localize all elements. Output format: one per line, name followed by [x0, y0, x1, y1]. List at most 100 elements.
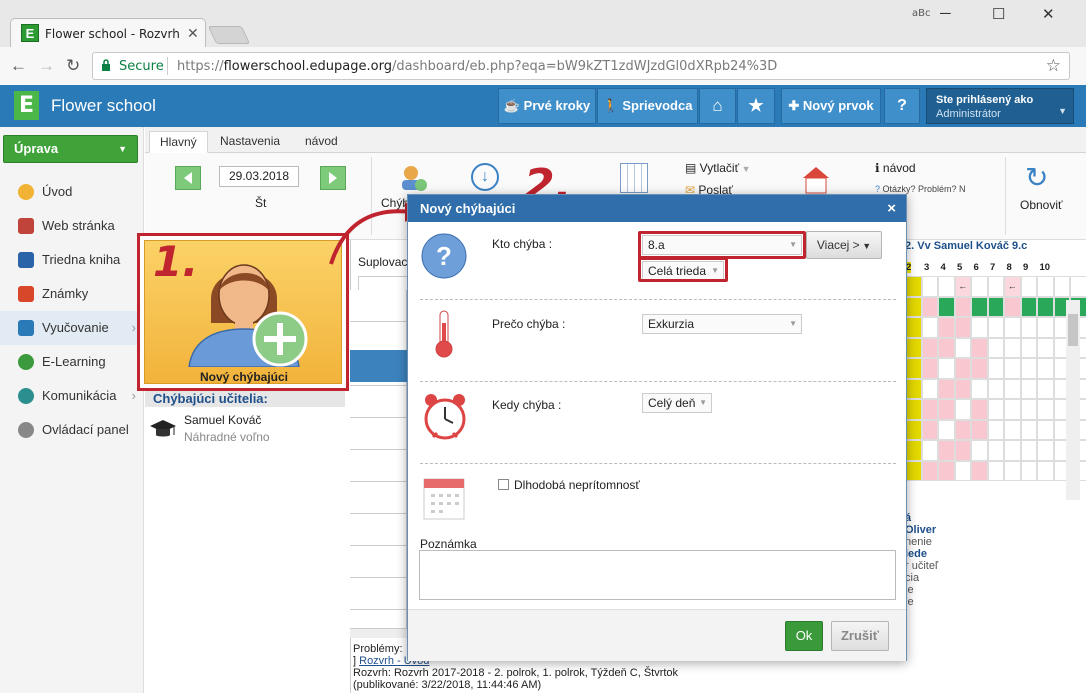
sidebar-item-uvod[interactable]: Úvod: [0, 175, 144, 209]
new-absent-small-icon[interactable]: [399, 163, 429, 193]
close-window-icon[interactable]: ✕: [1042, 5, 1055, 23]
grid-cell: [938, 419, 955, 440]
sidebar-item-teaching[interactable]: Vyučovanie ›: [0, 311, 144, 345]
long-term-checkbox[interactable]: [498, 479, 509, 490]
forward-arrow-icon[interactable]: →: [38, 56, 55, 76]
back-arrow-icon[interactable]: ←: [10, 56, 27, 76]
new-item-label: Nový prvok: [802, 98, 874, 113]
download-icon[interactable]: ↓: [471, 163, 499, 191]
plus-icon: ✚: [788, 98, 803, 113]
first-steps-button[interactable]: ☕ Prvé kroky: [498, 88, 596, 124]
print-button[interactable]: ▤ Vytlačiť ▼: [685, 161, 751, 175]
home-button[interactable]: ⌂: [699, 88, 736, 124]
absence-grid: ← ←: [905, 276, 1086, 492]
grid-cell: [921, 440, 938, 461]
sidebar-item-grades[interactable]: Známky: [0, 277, 144, 311]
sidebar-item-web[interactable]: Web stránka: [0, 209, 144, 243]
guide-button[interactable]: 🚶 Sprievodca: [597, 88, 698, 124]
new-item-button[interactable]: ✚ Nový prvok: [781, 88, 881, 124]
more-button[interactable]: Viacej > ▼: [806, 231, 882, 259]
cancel-button[interactable]: Zrušiť: [831, 621, 889, 651]
sidebar-item-control-panel[interactable]: Ovládací panel: [0, 413, 144, 447]
grid-cell: [1020, 317, 1037, 338]
timetable-icon[interactable]: [620, 163, 648, 193]
sidebar-item-class-book[interactable]: Triedna kniha: [0, 243, 144, 277]
published-info: (publikované: 3/22/2018, 11:44:46 AM): [353, 679, 542, 691]
grid-cell: [921, 337, 938, 358]
book-icon: [18, 252, 34, 268]
calendar-icon: [423, 478, 465, 520]
user-menu[interactable]: Ste prihlásený ako Administrátor ▼: [926, 88, 1074, 124]
period-number: 5: [957, 262, 963, 273]
tab-nastavenia[interactable]: Nastavenia: [210, 131, 290, 153]
why-label: Prečo chýba :: [492, 317, 566, 331]
note-textarea[interactable]: [419, 550, 896, 600]
guide-label: Sprievodca: [622, 98, 693, 113]
vertical-scrollbar[interactable]: [1066, 300, 1080, 500]
chevron-down-icon: ▼: [739, 164, 751, 174]
grid-cell: [938, 337, 955, 358]
grid-cell: [1037, 358, 1054, 379]
star-icon: ★: [748, 96, 764, 115]
help-link[interactable]: ℹ návod: [875, 161, 916, 175]
sidebar-item-label: Triedna kniha: [42, 252, 121, 267]
edit-dropdown-button[interactable]: Úprava ▼: [3, 135, 138, 163]
grid-cell: [1020, 399, 1037, 420]
refresh-label[interactable]: Obnoviť: [1020, 198, 1063, 212]
sidebar-item-communication[interactable]: Komunikácia ›: [0, 379, 144, 413]
minimize-icon[interactable]: ─: [940, 5, 951, 22]
period-number: 3: [924, 262, 930, 273]
address-bar[interactable]: Secure https://flowerschool.edupage.org/…: [92, 52, 1070, 80]
help-link-label: návod: [882, 161, 916, 175]
url-text[interactable]: https://flowerschool.edupage.org/dashboa…: [177, 59, 777, 74]
bookmark-star-icon[interactable]: ☆: [1046, 56, 1061, 76]
long-term-label: Dlhodobá neprítomnosť: [514, 478, 640, 492]
grid-cell: [987, 358, 1004, 379]
new-tab-button[interactable]: [207, 26, 251, 44]
grid-cell: [987, 276, 1004, 297]
grid-cell: [1037, 296, 1054, 317]
substitution-rows: [350, 290, 407, 628]
reload-icon[interactable]: ↻: [66, 56, 80, 76]
browser-toolbar: ← → ↻ Secure https://flowerschool.edupag…: [0, 47, 1086, 85]
school-house-icon[interactable]: [801, 165, 831, 195]
grid-cell: [971, 460, 988, 481]
next-day-button[interactable]: [320, 166, 346, 190]
grid-cell: [1020, 296, 1037, 317]
substitution-tab[interactable]: [358, 276, 408, 290]
sidebar-item-label: Známky: [42, 286, 89, 301]
teacher-reason: Náhradné voľno: [184, 430, 270, 444]
refresh-icon[interactable]: ↻: [1025, 161, 1048, 194]
tab-close-icon[interactable]: ✕: [187, 25, 199, 42]
when-select[interactable]: Celý deň ▼: [642, 393, 712, 413]
prev-day-button[interactable]: [175, 166, 201, 190]
maximize-icon[interactable]: ☐: [992, 5, 1005, 23]
help-button[interactable]: ?: [884, 88, 920, 124]
sidebar-item-elearning[interactable]: E-Learning: [0, 345, 144, 379]
ok-button[interactable]: Ok: [785, 621, 823, 651]
grid-cell: ←: [954, 276, 971, 297]
close-icon[interactable]: ×: [887, 195, 896, 222]
date-field[interactable]: 29.03.2018: [219, 166, 299, 187]
grid-cell: [1037, 419, 1054, 440]
scrollbar-thumb[interactable]: [1068, 314, 1078, 346]
right-list-item: r učiteľ: [905, 560, 939, 572]
edupage-logo[interactable]: E: [14, 91, 39, 120]
grid-cell: [954, 399, 971, 420]
period-number: 10: [1039, 262, 1051, 273]
tab-navod[interactable]: návod: [295, 131, 348, 153]
grid-cell: [938, 460, 955, 481]
selected-row[interactable]: [350, 350, 410, 382]
grid-cell: [987, 296, 1004, 317]
grid-cell: [1020, 440, 1037, 461]
favorites-button[interactable]: ★: [737, 88, 775, 124]
grid-cell: [938, 358, 955, 379]
questions-link[interactable]: ? Otázky? Problém? N: [875, 184, 966, 194]
teacher-name[interactable]: Samuel Kováč: [184, 413, 261, 427]
grid-cell: [987, 419, 1004, 440]
tab-hlavny[interactable]: Hlavný: [149, 131, 208, 153]
why-select[interactable]: Exkurzia ▼: [642, 314, 802, 334]
questions-label: Otázky? Problém? N: [882, 184, 966, 194]
browser-tab[interactable]: E Flower school - Rozvrh ✕: [10, 18, 206, 47]
grid-cell: [1004, 460, 1021, 481]
